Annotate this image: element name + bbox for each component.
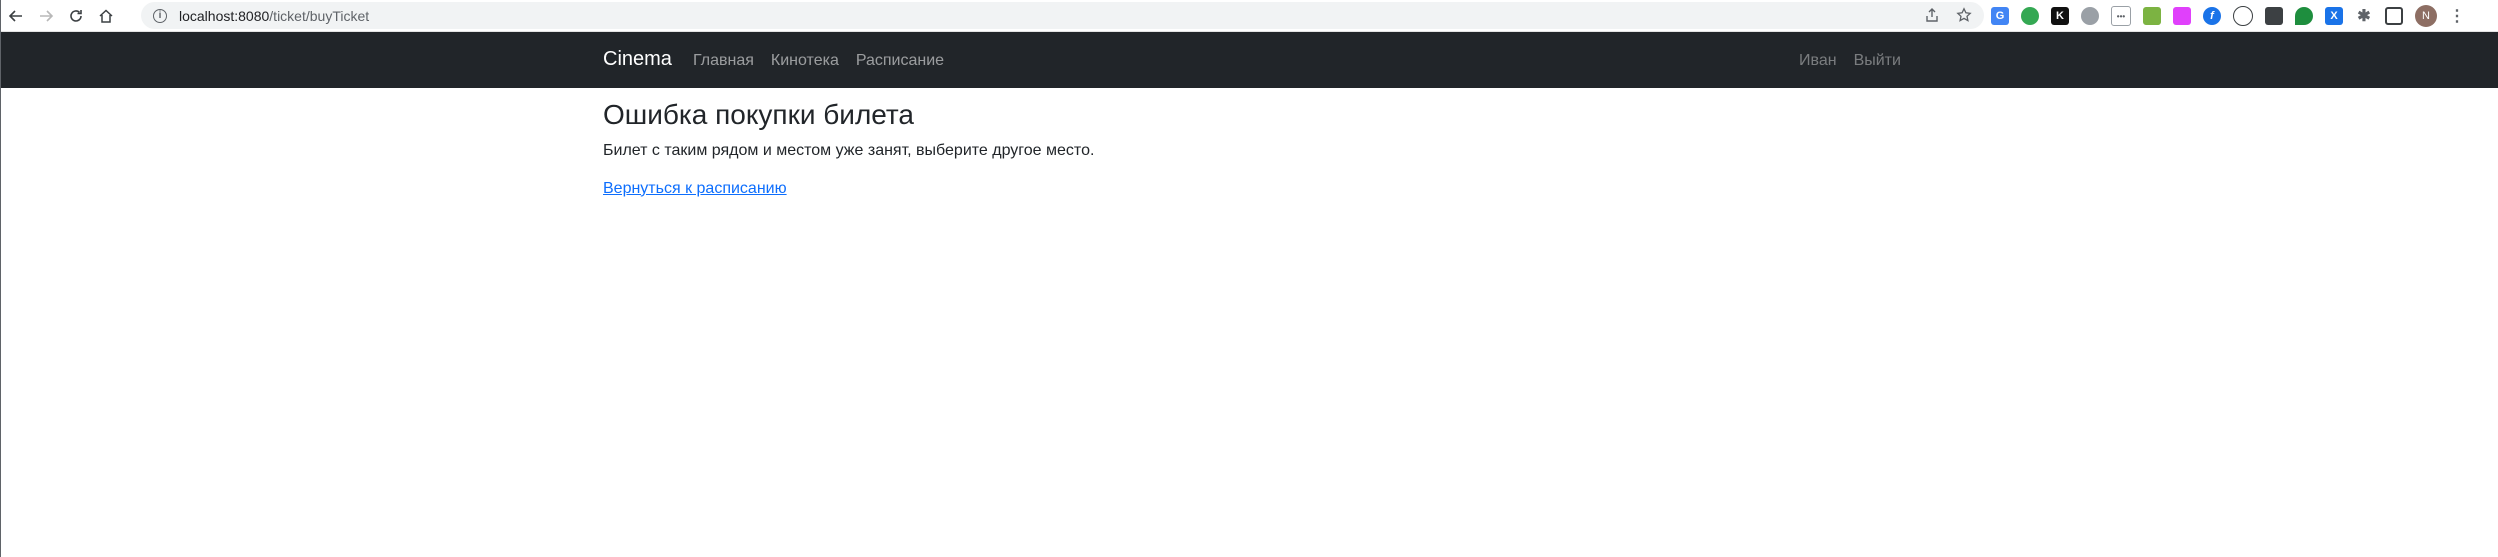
nav-logout-link[interactable]: Выйти	[1854, 52, 1901, 70]
address-bar[interactable]: i localhost:8080/ticket/buyTicket	[141, 2, 1984, 29]
back-icon[interactable]	[1, 1, 31, 31]
bookmark-star-icon[interactable]	[1956, 7, 1972, 28]
sheet-extension-icon[interactable]	[2143, 7, 2161, 25]
home-icon[interactable]	[91, 1, 121, 31]
url-path: /ticket/buyTicket	[269, 7, 370, 24]
profile-avatar[interactable]: N	[2415, 5, 2437, 27]
back-to-schedule-link[interactable]: Вернуться к расписанию	[603, 180, 787, 198]
site-navbar: Cinema Главная Кинотека Расписание Иван …	[1, 32, 2498, 88]
forward-icon[interactable]	[31, 1, 61, 31]
nav-link-films[interactable]: Кинотека	[771, 52, 839, 70]
smile-extension-icon[interactable]	[2233, 6, 2253, 26]
monitor-extension-icon[interactable]	[2265, 7, 2283, 25]
side-panel-icon[interactable]	[2385, 7, 2403, 25]
nav-link-schedule[interactable]: Расписание	[856, 52, 944, 70]
page-title: Ошибка покупки билета	[603, 99, 915, 130]
grey-circle-extension-icon[interactable]	[2081, 7, 2099, 25]
puzzle-icon[interactable]: ✱	[2355, 7, 2373, 25]
brand-link[interactable]: Cinema	[603, 48, 672, 71]
x-extension-icon[interactable]: X	[2325, 7, 2343, 25]
f-extension-icon[interactable]: f	[2203, 7, 2221, 25]
nav-user-area: Иван Выйти	[1799, 52, 1901, 70]
nav-user-name[interactable]: Иван	[1799, 52, 1837, 70]
site-info-icon[interactable]: i	[153, 8, 167, 23]
browser-toolbar: i localhost:8080/ticket/buyTicket G K ••…	[1, 0, 2498, 32]
k-extension-icon[interactable]: K	[2051, 7, 2069, 25]
url-text[interactable]: localhost:8080/ticket/buyTicket	[179, 8, 369, 24]
error-message: Билет с таким рядом и местом уже занят, …	[603, 141, 1095, 159]
nav-link-home[interactable]: Главная	[693, 52, 754, 70]
reload-icon[interactable]	[61, 1, 91, 31]
extensions-area: G K ••• f X ✱ N ⋮	[1991, 5, 2465, 27]
gradient-extension-icon[interactable]	[2173, 7, 2191, 25]
dots-extension-icon[interactable]: •••	[2111, 6, 2131, 26]
share-icon[interactable]	[1924, 7, 1940, 28]
main-content: Ошибка покупки билета Билет с таким рядо…	[603, 98, 1897, 198]
shield-extension-icon[interactable]	[2295, 7, 2313, 25]
green-extension-icon[interactable]	[2021, 7, 2039, 25]
menu-kebab-icon[interactable]: ⋮	[2449, 6, 2465, 26]
url-host: localhost:8080	[179, 7, 270, 24]
translate-extension-icon[interactable]: G	[1991, 7, 2009, 25]
nav-links: Главная Кинотека Расписание	[693, 52, 944, 70]
